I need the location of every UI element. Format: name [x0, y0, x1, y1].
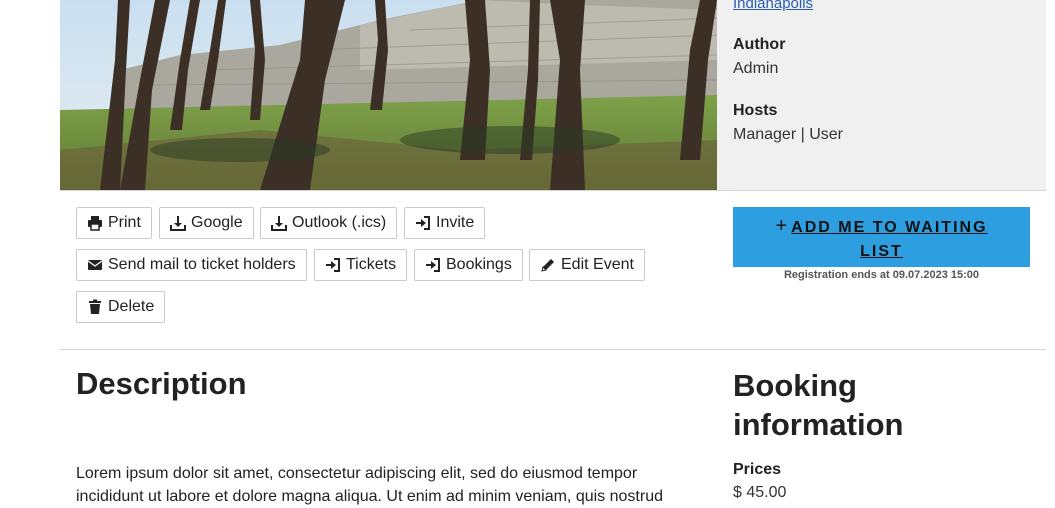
divider: [60, 190, 1046, 191]
divider: [60, 349, 1046, 350]
outlook-label: Outlook (.ics): [292, 214, 387, 231]
pencil-icon: [540, 257, 556, 273]
send-mail-label: Send mail to ticket holders: [108, 256, 296, 273]
waiting-list-line2: LIST: [860, 243, 903, 260]
plus-icon: +: [775, 215, 790, 237]
download-icon: [170, 215, 186, 231]
price-value: $ 45.00: [733, 484, 787, 501]
send-mail-button[interactable]: Send mail to ticket holders: [76, 249, 307, 281]
delete-label: Delete: [108, 298, 155, 315]
description-heading: Description: [76, 366, 247, 401]
envelope-icon: [87, 257, 103, 273]
prices-label: Prices: [733, 461, 782, 478]
edit-event-label: Edit Event: [561, 256, 634, 273]
invite-label: Invite: [436, 214, 475, 231]
delete-button[interactable]: Delete: [76, 291, 166, 323]
add-to-waiting-list-button[interactable]: + ADD ME TO WAITING LIST: [733, 207, 1030, 267]
tickets-label: Tickets: [346, 256, 397, 273]
bookings-label: Bookings: [446, 256, 512, 273]
invite-button[interactable]: Invite: [404, 207, 486, 239]
event-meta-panel: Indianapolis Author Admin Hosts Manager …: [717, 0, 1046, 190]
event-hero-image: [60, 0, 717, 190]
print-label: Print: [108, 214, 141, 231]
event-photo: [60, 0, 717, 190]
outlook-ics-button[interactable]: Outlook (.ics): [260, 207, 398, 239]
author-value: Admin: [733, 60, 779, 77]
description-body: Lorem ipsum dolor sit amet, consectetur …: [76, 465, 663, 505]
booking-info-heading: Booking information: [733, 368, 904, 442]
hosts-label: Hosts: [733, 102, 778, 119]
printer-icon: [87, 215, 103, 231]
tickets-button[interactable]: Tickets: [314, 249, 408, 281]
location-link[interactable]: Indianapolis: [733, 0, 813, 12]
sign-in-icon: [425, 257, 441, 273]
sign-in-icon: [415, 215, 431, 231]
google-label: Google: [191, 214, 243, 231]
google-calendar-button[interactable]: Google: [159, 207, 254, 239]
bookings-button[interactable]: Bookings: [414, 249, 523, 281]
edit-event-button[interactable]: Edit Event: [529, 249, 645, 281]
registration-deadline: Registration ends at 09.07.2023 15:00: [783, 269, 980, 281]
download-icon: [271, 215, 287, 231]
print-button[interactable]: Print: [76, 207, 152, 239]
trash-icon: [87, 299, 103, 315]
author-label: Author: [733, 36, 786, 53]
hosts-value: Manager | User: [733, 126, 843, 143]
waiting-list-line1: ADD ME TO WAITING: [791, 219, 988, 236]
sign-in-icon: [325, 257, 341, 273]
